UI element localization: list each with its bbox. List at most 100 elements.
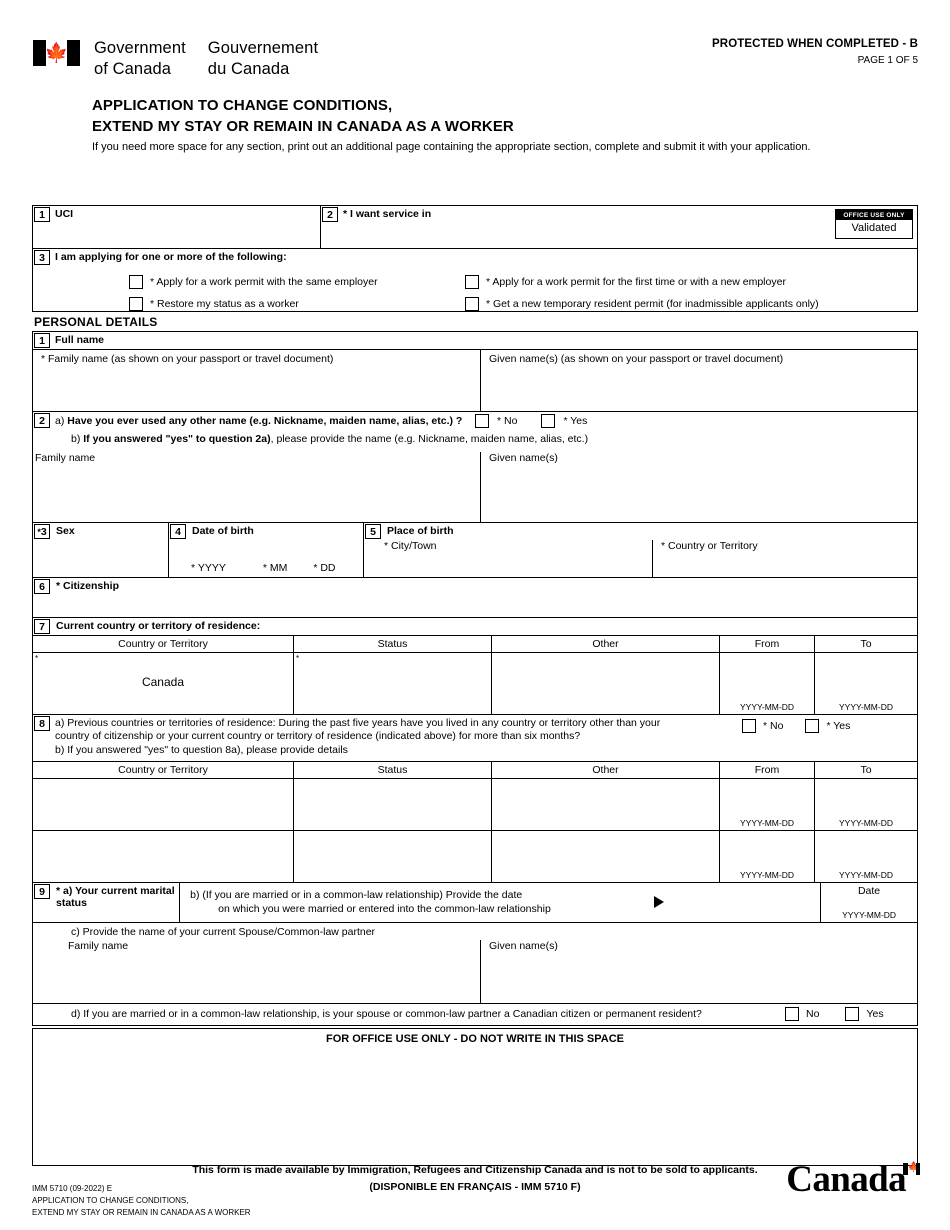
date-of-birth-label: Date of birth (192, 525, 254, 537)
birth-country-input[interactable] (661, 556, 913, 576)
imm-line3: EXTEND MY STAY OR REMAIN IN CANADA AS A … (32, 1208, 251, 1217)
family-name-input[interactable] (41, 370, 474, 406)
current-to-input[interactable] (819, 663, 913, 691)
intro-text: If you need more space for any section, … (92, 141, 811, 153)
top-block: 1 UCI 2 * I want service in OFFICE USE O… (32, 205, 918, 312)
office-use-stamp: OFFICE USE ONLY Validated (835, 209, 913, 239)
page-title: APPLICATION TO CHANGE CONDITIONS, EXTEND… (92, 95, 514, 138)
date-of-birth-input[interactable] (189, 541, 359, 559)
q8a-bold: Previous countries or territories of res… (67, 717, 276, 729)
col-to: To (814, 762, 917, 778)
col-other: Other (491, 636, 719, 652)
prev-to-input-1[interactable] (819, 835, 913, 861)
current-from-input[interactable] (724, 663, 810, 691)
q3-block: 3 I am applying for one or more of the f… (33, 248, 917, 311)
dob-dd-hint: * DD (313, 562, 336, 574)
q8b-rest: , please provide details (240, 744, 348, 756)
spouse-given-name-input[interactable] (489, 956, 911, 998)
dob-number: 4 (170, 524, 186, 539)
form-body: 1 UCI 2 * I want service in OFFICE USE O… (32, 205, 918, 1166)
current-country-value[interactable]: Canada (33, 675, 293, 689)
place-of-birth-label: Place of birth (387, 525, 454, 537)
prev-country-input-1[interactable] (37, 835, 289, 878)
checkbox-previous-residence-no[interactable] (742, 719, 756, 733)
citizenship-input[interactable] (53, 597, 911, 615)
spouse-family-name-input[interactable] (68, 956, 474, 998)
given-name-input[interactable] (489, 370, 911, 406)
previous-residence-table-header: Country or Territory Status Other From T… (33, 761, 917, 778)
checkbox-work-permit-new-employer[interactable] (465, 275, 479, 289)
prev-other-input-1[interactable] (496, 835, 715, 878)
q2b-rest: , please provide the name (e.g. Nickname… (270, 433, 589, 445)
government-of-canada-signature: 🍁 Government of Canada Gouvernement du C… (33, 38, 318, 80)
q9d-yes-label: Yes (866, 1008, 884, 1020)
col-status: Status (293, 762, 491, 778)
checkbox-temporary-resident-permit[interactable] (465, 297, 479, 311)
family-name-label: * Family name (as shown on your passport… (41, 353, 334, 365)
gov-en-line2: of Canada (94, 60, 172, 79)
page-number-label: PAGE 1 OF 5 (857, 55, 918, 66)
sex-input[interactable] (39, 543, 164, 573)
checkbox-previous-residence-yes[interactable] (805, 719, 820, 733)
current-residence-label: Current country or territory of residenc… (56, 620, 261, 632)
prev-from-input-1[interactable] (724, 835, 810, 861)
option-label-0: * Apply for a work permit with the same … (150, 276, 378, 288)
current-status-input[interactable] (300, 669, 487, 703)
protected-marking: PROTECTED WHEN COMPLETED - B PAGE 1 OF 5 (712, 38, 918, 66)
checkbox-other-name-yes[interactable] (541, 414, 556, 428)
q9b-rest-1: Provide the date (442, 889, 523, 901)
marital-status-input[interactable] (53, 901, 175, 919)
col-from: From (719, 762, 814, 778)
prev-status-input-0[interactable] (298, 783, 487, 826)
q1-number: 1 (34, 207, 50, 222)
prev-status-input-1[interactable] (298, 835, 487, 878)
q3-number: 3 (34, 250, 50, 265)
q1-fullname-fields: * Family name (as shown on your passport… (33, 349, 917, 411)
personal-details-block: 1 Full name * Family name (as shown on y… (32, 331, 918, 618)
canada-wordmark-text: Canada (786, 1159, 906, 1200)
city-town-input[interactable] (384, 556, 648, 576)
prev-to-input-0[interactable] (819, 783, 913, 809)
prev-country-input-0[interactable] (37, 783, 289, 826)
prev-other-input-0[interactable] (496, 783, 715, 826)
q8a-yes-label: * Yes (826, 720, 851, 732)
checkbox-spouse-canadian-no[interactable] (785, 1007, 799, 1021)
q8-question-block: 8 a) Previous countries or territories o… (33, 714, 917, 761)
page-title-line1: APPLICATION TO CHANGE CONDITIONS, (92, 97, 393, 114)
protected-label: PROTECTED WHEN COMPLETED - B (712, 38, 918, 50)
to-date-hint: YYYY-MM-DD (839, 702, 893, 712)
q9b-prefix: b) (190, 889, 203, 901)
q2-number: 2 (322, 207, 338, 222)
prev-from-input-0[interactable] (724, 783, 810, 809)
q8-number: 8 (34, 716, 50, 731)
spouse-family-name-label: Family name (68, 940, 129, 952)
q9c-name-fields: Family name Given name(s) (33, 940, 917, 1003)
uci-input[interactable] (53, 224, 316, 244)
q8a-rest-2: country of citizenship or your current c… (55, 730, 581, 742)
table-row: YYYY-MM-DD YYYY-MM-DD (33, 778, 917, 830)
q8b-bold: If you answered "yes" to question 8a) (67, 744, 241, 756)
gov-fr-line1: Gouvernement (207, 39, 319, 57)
option-label-3: * Get a new temporary resident permit (f… (486, 298, 819, 310)
from-date-hint: YYYY-MM-DD (740, 870, 794, 880)
office-use-only-label: FOR OFFICE USE ONLY - DO NOT WRITE IN TH… (325, 1033, 625, 1045)
current-residence-row: * Canada * YYYY-MM-DD YYYY-MM-DD (33, 652, 917, 714)
q9-number: 9 (34, 884, 50, 899)
q8a-rest-1: During the past five years have you live… (275, 717, 661, 729)
checkbox-restore-status-worker[interactable] (129, 297, 143, 311)
q6-citizenship-row: 6 * Citizenship (33, 577, 917, 617)
q2a-prefix: a) (55, 415, 68, 427)
service-language-label: * I want service in (343, 208, 432, 220)
alias-given-name-input[interactable] (489, 468, 911, 516)
checkbox-other-name-no[interactable] (475, 414, 489, 428)
col-to: To (814, 636, 917, 652)
col-country: Country or Territory (118, 638, 208, 650)
alias-family-name-input[interactable] (37, 468, 474, 516)
pd-q2-number: 2 (34, 413, 50, 428)
q9d-row: d) If you are married or in a common-law… (33, 1003, 917, 1025)
current-other-input[interactable] (498, 669, 715, 703)
checkbox-spouse-canadian-yes[interactable] (845, 1007, 860, 1021)
canada-flag-icon: 🍁 (33, 40, 80, 66)
service-language-input[interactable] (341, 224, 721, 244)
checkbox-work-permit-same-employer[interactable] (129, 275, 143, 289)
